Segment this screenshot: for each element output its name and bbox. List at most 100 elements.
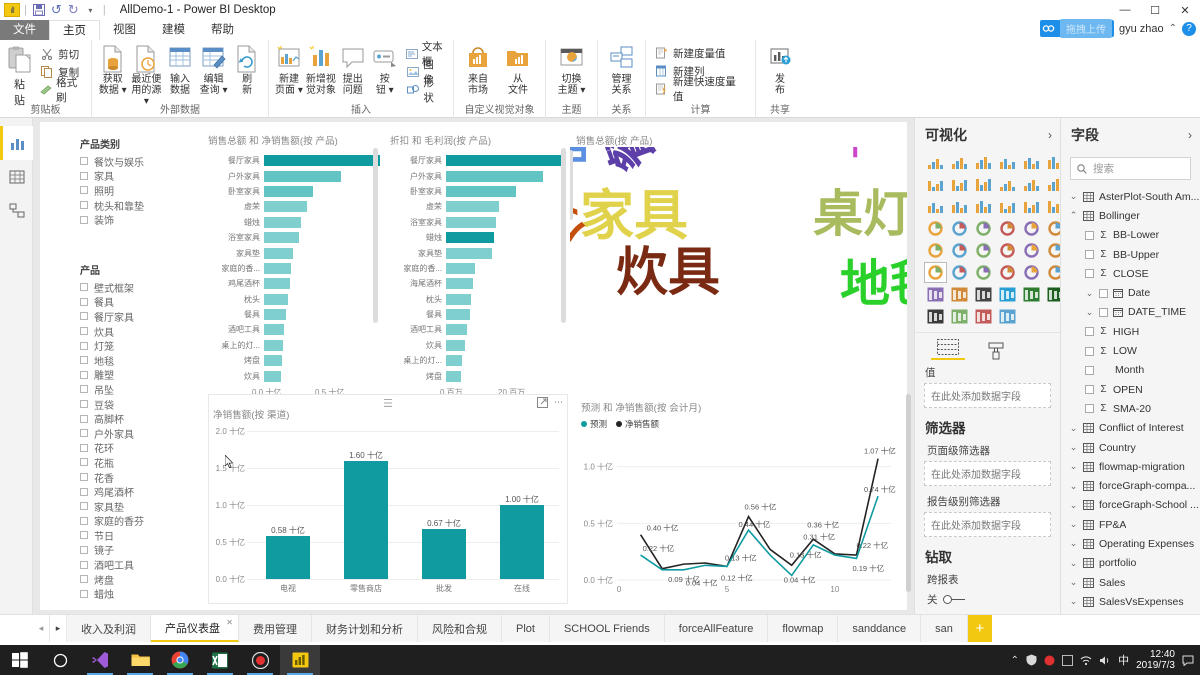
checkbox[interactable] <box>80 560 88 569</box>
new-measure-button[interactable]: 新建度量值 <box>652 44 749 62</box>
checkbox[interactable] <box>80 312 88 321</box>
checkbox[interactable] <box>80 429 88 438</box>
tab-format[interactable] <box>987 342 1007 360</box>
list-item[interactable]: 花瓶 <box>80 455 200 470</box>
add-page-button[interactable]: + <box>967 615 992 642</box>
switch-theme-button[interactable]: 切换 主题 ▾ <box>550 42 593 96</box>
list-item[interactable]: 吊坠 <box>80 382 200 397</box>
cross-report-toggle[interactable]: 关 <box>915 590 1060 612</box>
legend-item-netsales[interactable]: 净销售额 <box>616 418 659 430</box>
chevron-down-icon[interactable]: ⌄ <box>1069 461 1078 472</box>
field-item-row[interactable]: Σ BB-Upper <box>1061 245 1200 264</box>
checkbox[interactable] <box>80 297 88 306</box>
table-row[interactable]: 蜡烛 <box>390 230 568 245</box>
slicer-product-category[interactable]: 产品类别 餐饮与娱乐 家具 照明 枕头和靠垫 装饰 <box>80 136 200 227</box>
line-chart-icon[interactable] <box>925 175 946 194</box>
checkbox[interactable] <box>80 414 88 423</box>
bar[interactable] <box>264 170 342 182</box>
line-clustered-column-icon[interactable] <box>1021 175 1042 194</box>
cortana-search-button[interactable] <box>40 645 80 675</box>
network-icon[interactable] <box>1080 655 1092 666</box>
bar[interactable] <box>264 262 292 274</box>
taskbar-item-power-bi[interactable] <box>280 645 320 675</box>
bar[interactable] <box>446 232 494 244</box>
scrollbar-vertical[interactable] <box>570 150 573 220</box>
page-tab-next-button[interactable]: ▸ <box>50 615 67 642</box>
checkbox[interactable] <box>80 545 88 554</box>
chevron-down-icon[interactable]: ⌄ <box>1069 558 1078 569</box>
list-item[interactable]: 花香 <box>80 470 200 485</box>
list-item[interactable]: 花环 <box>80 441 200 455</box>
list-item[interactable]: 灯笼 <box>80 338 200 353</box>
minimize-button[interactable]: — <box>1110 0 1140 20</box>
bar[interactable] <box>446 216 497 228</box>
field-item-row[interactable]: ⌄ Date <box>1061 283 1200 302</box>
checkbox[interactable] <box>80 157 88 166</box>
custom-visual-5-icon[interactable] <box>997 263 1018 282</box>
list-item[interactable]: 户外家具 <box>80 426 200 441</box>
help-icon[interactable]: ? <box>1182 21 1196 36</box>
undo-icon[interactable]: ↺ <box>48 2 65 18</box>
field-item-row[interactable]: ⌄ DATE_TIME <box>1061 303 1200 322</box>
funnel-icon[interactable] <box>949 219 970 238</box>
word-cloud-word[interactable]: 用品 <box>570 147 592 166</box>
waterfall-chart-icon[interactable] <box>925 197 946 216</box>
multi-row-card-icon[interactable] <box>1021 219 1042 238</box>
list-item[interactable]: 照明 <box>80 183 200 198</box>
search-input[interactable]: 搜索 <box>1070 157 1191 180</box>
taskbar-item-recorder[interactable] <box>240 645 280 675</box>
sidebar-item-model-view[interactable] <box>0 194 33 228</box>
chevron-down-icon[interactable]: ⌄ <box>1085 288 1094 299</box>
visual-sales-netsales-by-product[interactable]: 销售总额 和 净销售额(按 产品) 餐厅家具 户外家具 卧室家具 虚荣 蜡烛 浴室家具 家具… <box>208 130 380 397</box>
stacked-bar-chart-icon[interactable] <box>925 153 946 172</box>
chevron-down-icon[interactable]: ⌄ <box>1085 307 1094 318</box>
table-row[interactable]: 桌上的灯... <box>390 353 568 368</box>
tools-icon[interactable] <box>973 307 994 326</box>
ribbon-tab-file[interactable]: 文件 <box>0 20 49 40</box>
checkbox[interactable] <box>1085 269 1094 279</box>
custom-visual-3-icon[interactable] <box>949 263 970 282</box>
chevron-down-icon[interactable]: ⌄ <box>1069 538 1078 549</box>
field-table-row[interactable]: ⌃ Bollinger <box>1061 206 1200 225</box>
page-tab[interactable]: 风险和合规 <box>418 615 502 642</box>
bar[interactable] <box>446 309 471 321</box>
bar[interactable] <box>263 155 380 167</box>
app-icon[interactable] <box>1062 654 1074 666</box>
word-cloud-word[interactable]: 上 <box>836 147 872 160</box>
user-name-label[interactable]: gyu zhao <box>1119 23 1164 35</box>
shapes-button[interactable]: 形状 <box>403 77 447 104</box>
bar[interactable] <box>264 201 308 213</box>
field-table-row[interactable]: ⌄ Operating Expenses <box>1061 534 1200 553</box>
bar[interactable] <box>264 216 301 228</box>
sidebar-item-report-view[interactable] <box>0 126 33 160</box>
chevron-down-icon[interactable]: ⌄ <box>1069 577 1078 588</box>
bar[interactable] <box>446 339 466 351</box>
clustered-bar-chart-icon[interactable] <box>973 153 994 172</box>
checkbox[interactable] <box>80 531 88 540</box>
chevron-down-icon[interactable]: ⌄ <box>1069 191 1078 202</box>
table-row[interactable]: 餐厅家具 <box>208 153 380 168</box>
bar[interactable] <box>446 185 517 197</box>
word-cloud-word[interactable]: 炊具 <box>616 247 720 299</box>
table-row[interactable]: 桌上的灯... <box>208 338 380 353</box>
ask-question-button[interactable]: 提出 问题 <box>337 42 369 96</box>
bar[interactable] <box>264 370 282 382</box>
card-icon[interactable] <box>997 219 1018 238</box>
clustered-column-chart-icon[interactable] <box>997 153 1018 172</box>
legend-item-forecast[interactable]: 预测 <box>581 418 607 430</box>
record-red-icon[interactable] <box>1044 655 1055 666</box>
redo-icon[interactable]: ↻ <box>65 2 82 18</box>
checkbox[interactable] <box>1085 346 1094 356</box>
checkbox[interactable] <box>1085 230 1094 240</box>
checkbox[interactable] <box>80 356 88 365</box>
recent-sources-button[interactable]: 最近便 用的源 ▾ <box>130 42 164 107</box>
field-item-row[interactable]: Σ BB-Lower <box>1061 226 1200 245</box>
table-row[interactable]: 蜡烛 <box>208 215 380 230</box>
notification-icon[interactable] <box>1182 654 1194 666</box>
field-table-row[interactable]: ⌄ FP&A <box>1061 515 1200 534</box>
checkbox[interactable] <box>80 385 88 394</box>
page-tab[interactable]: Plot <box>502 615 550 642</box>
manage-relationships-button[interactable]: 管理 关系 <box>602 42 641 96</box>
custom-visual-8-icon[interactable] <box>925 285 946 304</box>
table-row[interactable]: 鸡尾酒杯 <box>208 276 380 291</box>
